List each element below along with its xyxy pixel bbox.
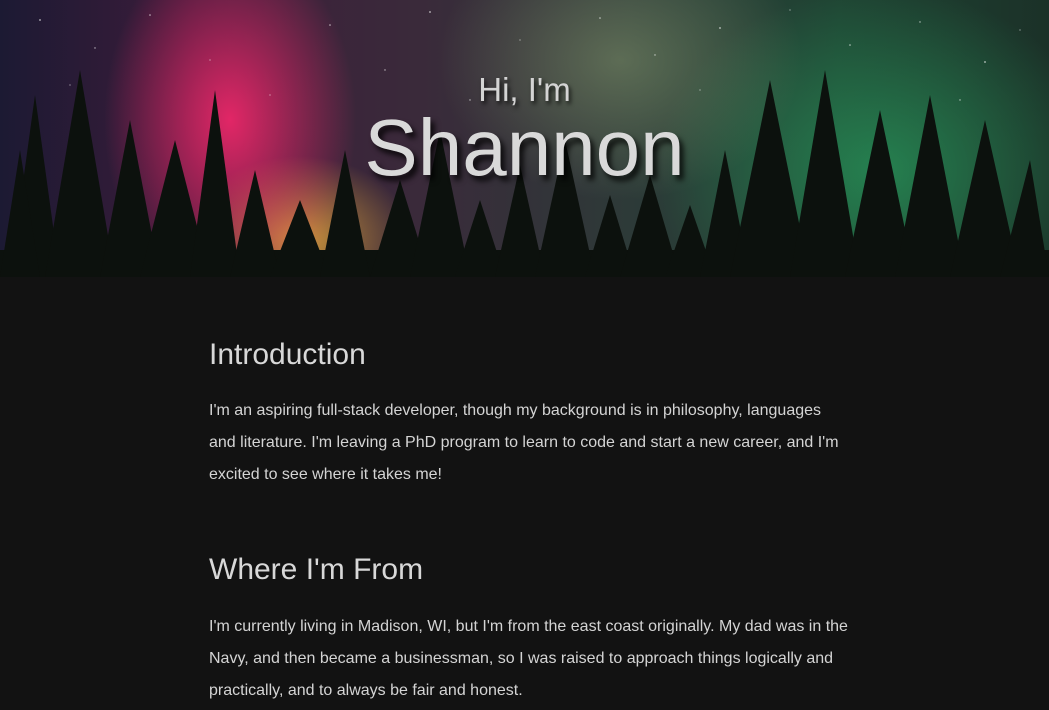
hero-banner: Hi, I'm Shannon — [0, 0, 1049, 277]
where-from-paragraph: I'm currently living in Madison, WI, but… — [209, 618, 848, 699]
where-from-heading: Where I'm From — [209, 553, 424, 586]
introduction-paragraph: I'm an aspiring full-stack developer, th… — [209, 402, 839, 483]
introduction-heading: Introduction — [209, 338, 366, 371]
hero-heading: Hi, I'm Shannon — [0, 0, 1049, 277]
hero-name: Shannon — [364, 103, 685, 192]
